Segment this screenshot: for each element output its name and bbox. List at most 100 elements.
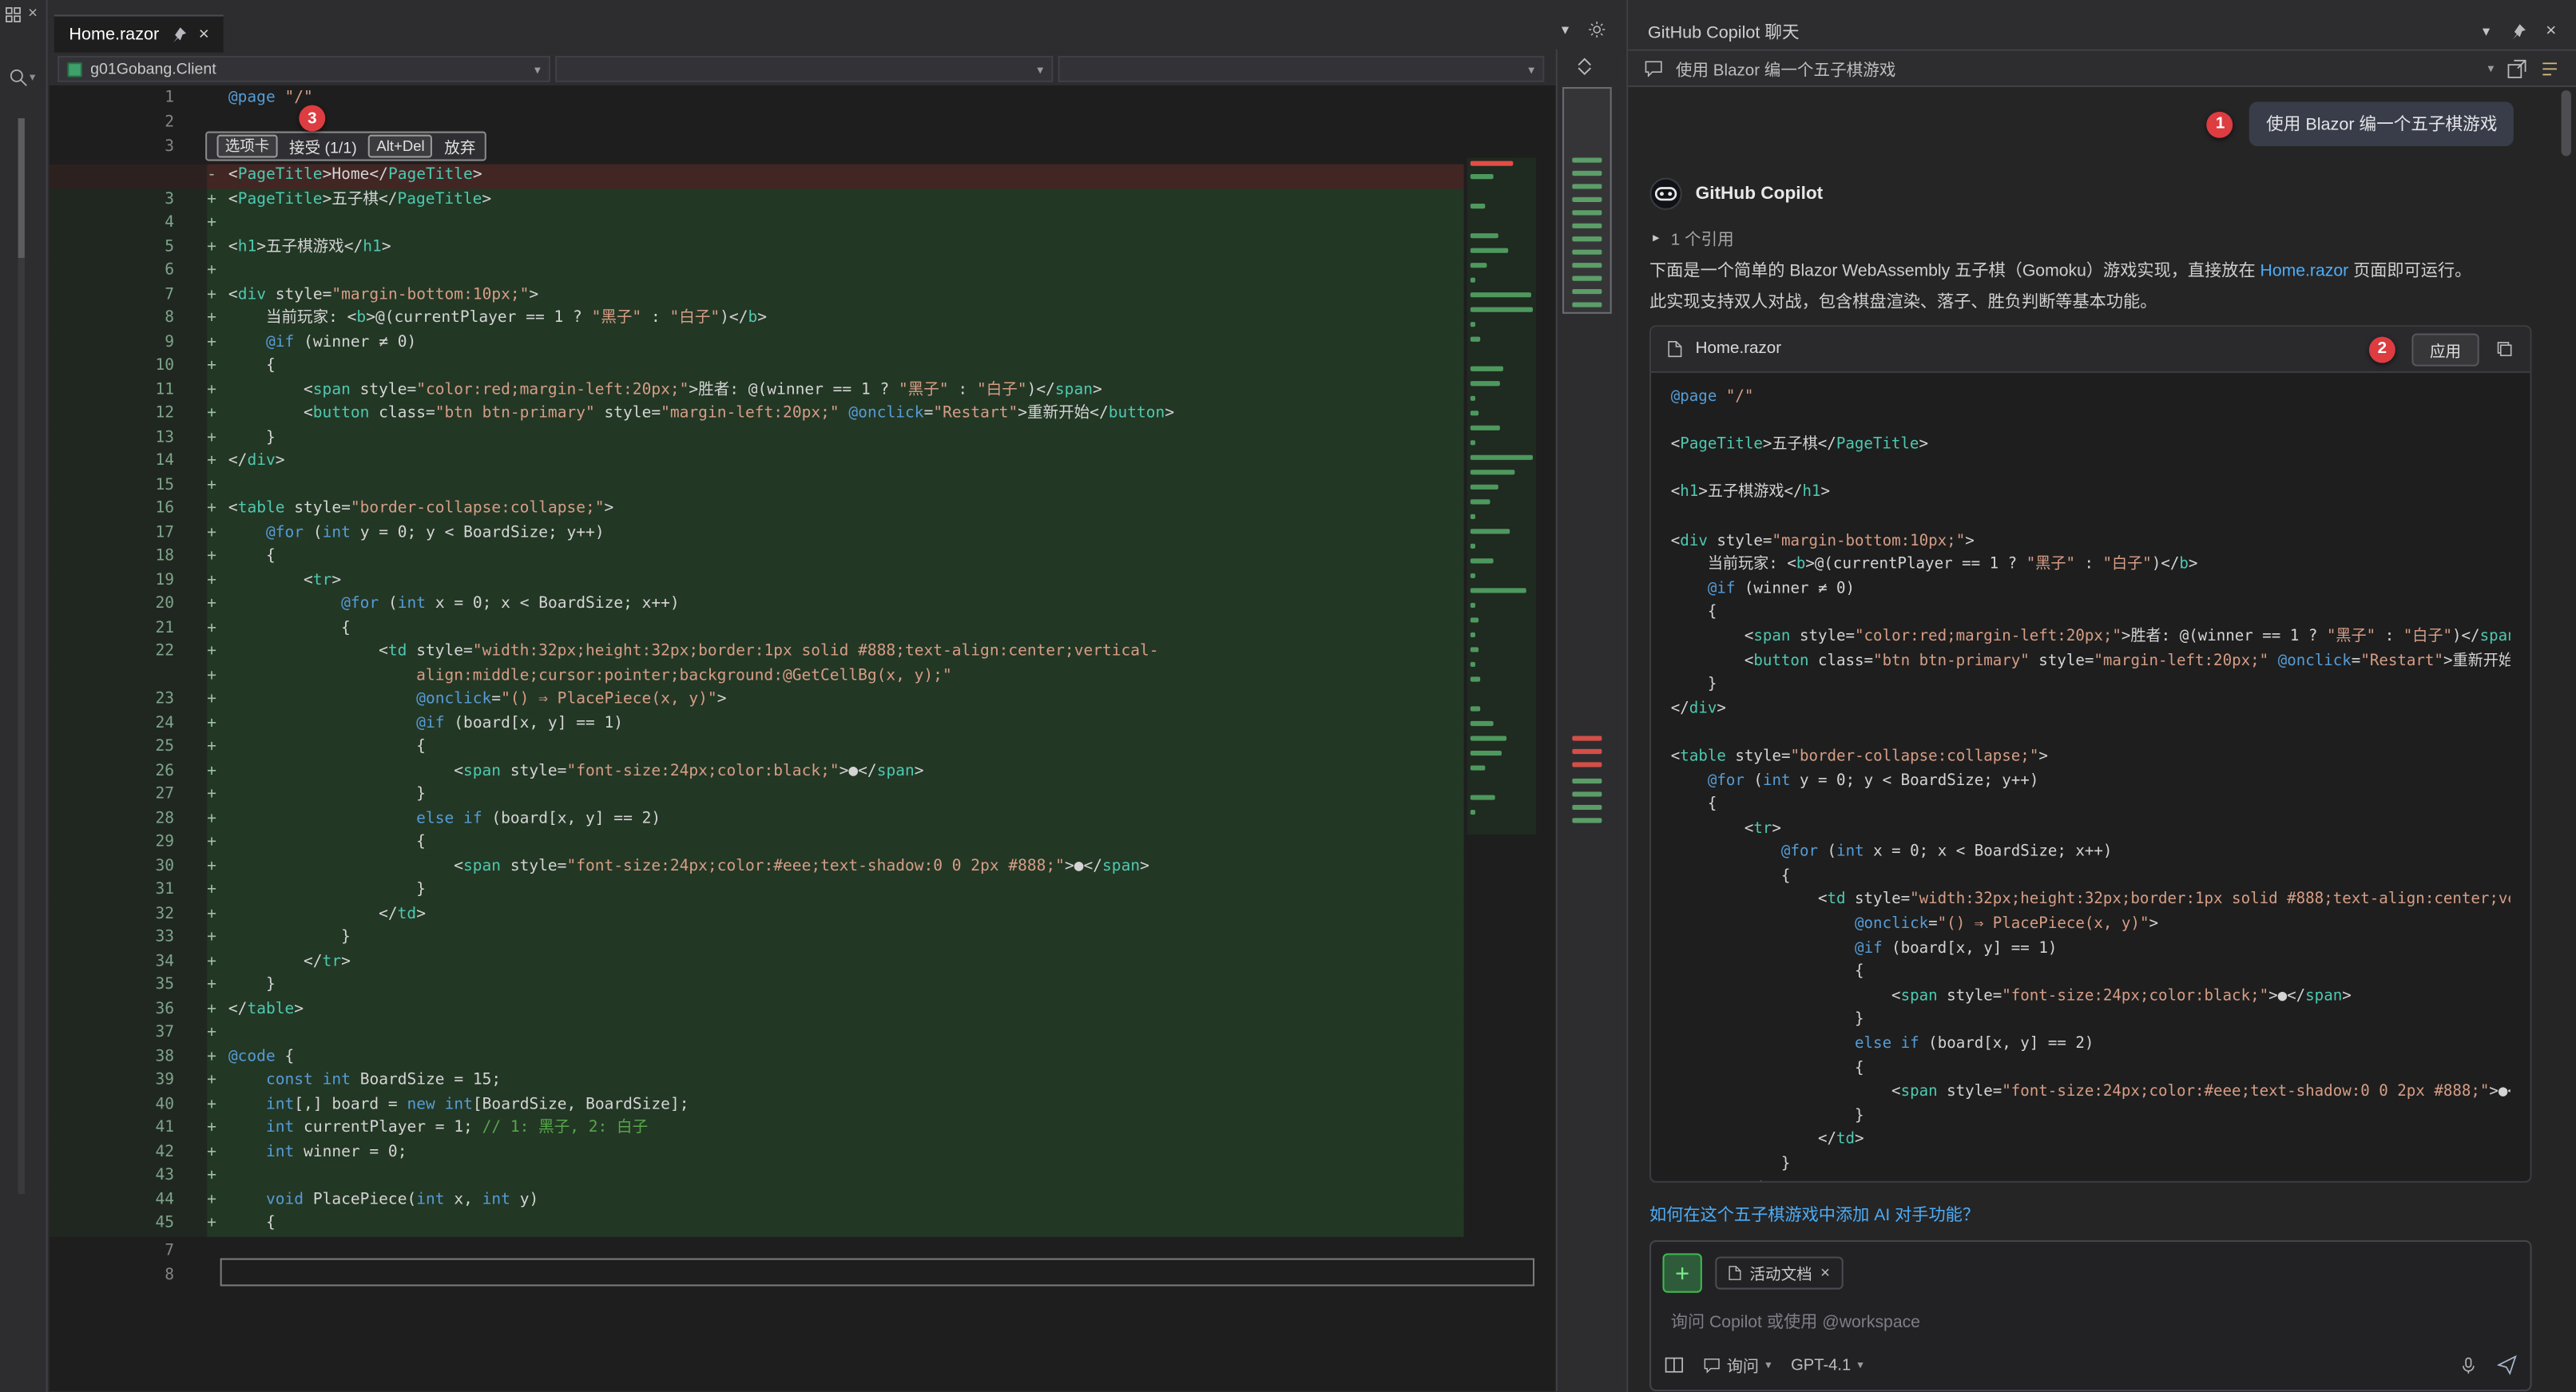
chevron-down-icon[interactable]: ▾ (1562, 21, 1569, 39)
code-line[interactable]: 44+ void PlacePiece(int x, int y) (50, 1188, 1464, 1212)
apply-button[interactable]: 应用 (2411, 333, 2479, 366)
code-line[interactable]: 14+</div> (50, 450, 1464, 474)
pin-icon[interactable] (2510, 23, 2526, 40)
minimap-line (1471, 765, 1486, 770)
close-icon[interactable]: × (1820, 1264, 1830, 1283)
response-paragraph: 下面是一个简单的 Blazor WebAssembly 五子棋（Gomoku）游… (1649, 256, 2556, 319)
code-text (228, 260, 1464, 284)
code-line[interactable]: 27+ } (50, 783, 1464, 807)
code-line[interactable]: 26+ <span style="font-size:24px;color:bl… (50, 759, 1464, 783)
code-line[interactable]: 12+ <button class="btn btn-primary" styl… (50, 403, 1464, 426)
search-icon[interactable]: ▾ (8, 67, 35, 87)
code-line[interactable]: 33+ } (50, 926, 1464, 950)
layout-columns-icon[interactable] (1665, 1357, 1685, 1374)
chevron-down-icon[interactable]: ▾ (2483, 22, 2490, 41)
code-line[interactable]: 13+ } (50, 426, 1464, 450)
code-line[interactable]: 39+ const int BoardSize = 15; (50, 1069, 1464, 1093)
code-line[interactable]: 21+ { (50, 617, 1464, 640)
tab-home-razor[interactable]: Home.razor × (54, 15, 224, 53)
send-icon[interactable] (2497, 1355, 2517, 1375)
open-in-window-icon[interactable] (2507, 58, 2527, 78)
code-line[interactable]: 15+ (50, 474, 1464, 498)
code-line[interactable]: 19+ <tr> (50, 569, 1464, 593)
pin-icon[interactable] (171, 26, 188, 43)
code-line[interactable]: -<PageTitle>Home</PageTitle> (50, 165, 1464, 188)
gear-icon[interactable] (1587, 20, 1607, 40)
code-line[interactable]: 42+ int winner = 0; (50, 1140, 1464, 1164)
code-line[interactable]: 11+ <span style="color:red;margin-left:2… (50, 379, 1464, 403)
code-line[interactable]: 38+@code { (50, 1045, 1464, 1069)
code-line[interactable]: 29+ { (50, 831, 1464, 855)
code-line[interactable]: 36+</table> (50, 998, 1464, 1022)
copy-icon[interactable] (2495, 340, 2514, 359)
code-line[interactable]: 5+<h1>五子棋游戏</h1> (50, 236, 1464, 260)
line-number: 20 (50, 593, 207, 617)
code-line[interactable]: 1@page "/" (50, 85, 1464, 110)
chat-scrollbar[interactable] (2562, 90, 2571, 156)
close-icon[interactable]: × (2546, 22, 2556, 42)
code-line[interactable]: 41+ int currentPlayer = 1; // 1: 黑子, 2: … (50, 1117, 1464, 1141)
line-number: 8 (50, 1263, 207, 1288)
context-chip-active-document[interactable]: 活动文档 × (1715, 1256, 1843, 1289)
close-icon[interactable]: × (28, 5, 38, 23)
code-line[interactable]: 17+ @for (int y = 0; y < BoardSize; y++) (50, 522, 1464, 545)
code-line[interactable]: 24+ @if (board[x, y] == 1) (50, 712, 1464, 736)
code-line[interactable]: 16+<table style="border-collapse:collaps… (50, 498, 1464, 522)
code-line[interactable]: 20+ @for (int x = 0; x < BoardSize; x++) (50, 593, 1464, 617)
references-toggle[interactable]: ▸ 1 个引用 (1653, 225, 1734, 250)
tab-key-button[interactable]: 选项卡 (216, 135, 277, 158)
diff-marker: + (207, 855, 228, 879)
code-line[interactable]: 9+ @if (winner ≠ 0) (50, 331, 1464, 355)
code-line[interactable]: 34+ </tr> (50, 950, 1464, 974)
code-line[interactable]: 28+ else if (board[x, y] == 2) (50, 807, 1464, 831)
code-line[interactable]: 25+ { (50, 736, 1464, 759)
code-line[interactable]: 31+ } (50, 878, 1464, 902)
chat-input[interactable]: 询问 Copilot 或使用 @workspace (1671, 1307, 1920, 1332)
code-line[interactable]: 32+ </td> (50, 902, 1464, 926)
line-number: 19 (50, 569, 207, 593)
altdel-key-button[interactable]: Alt+Del (368, 135, 433, 158)
code-line[interactable]: 10+ { (50, 355, 1464, 379)
thread-selector[interactable]: 使用 Blazor 编一个五子棋游戏 (1676, 56, 1895, 81)
code-line[interactable]: 35+ } (50, 974, 1464, 998)
followup-suggestion[interactable]: 如何在这个五子棋游戏中添加 AI 对手功能？ (1649, 1201, 1979, 1226)
scrollbar-thumb[interactable] (18, 118, 25, 258)
code-line[interactable]: 18+ { (50, 545, 1464, 569)
code-line[interactable]: 23+ @onclick="() ⇒ PlacePiece(x, y)"> (50, 688, 1464, 712)
code-line[interactable]: 22+ <td style="width:32px;height:32px;bo… (50, 640, 1464, 664)
code-line[interactable]: 45+ { (50, 1212, 1464, 1236)
accept-button[interactable]: 接受 (1/1) (289, 135, 357, 158)
code-line[interactable]: 6+ (50, 260, 1464, 284)
history-icon[interactable] (2540, 58, 2560, 78)
diff-marker: + (207, 498, 228, 522)
code-line[interactable]: 43+ (50, 1164, 1464, 1188)
code-text: <td style="width:32px;height:32px;border… (228, 640, 1464, 664)
chat-input-container: + 活动文档 × 询问 Copilot 或使用 @workspace 询问 (1649, 1240, 2532, 1391)
code-line[interactable]: 3+<PageTitle>五子棋</PageTitle> (50, 188, 1464, 212)
minimap[interactable] (1467, 157, 1536, 834)
split-editor-icon[interactable] (1575, 58, 1594, 76)
editor-scrollbar-map[interactable] (1556, 50, 1617, 1391)
code-line[interactable]: 8+ 当前玩家: <b>@(currentPlayer == 1 ? "黑子" … (50, 307, 1464, 331)
code-editor[interactable]: 1@page "/"23 选项卡 接受 (1/1) Alt+Del 放弃 3 -… (50, 85, 1556, 1391)
model-selector[interactable]: GPT-4.1 ▾ (1791, 1356, 1863, 1374)
code-line[interactable]: 37+ (50, 1021, 1464, 1045)
close-icon[interactable]: × (199, 25, 209, 45)
code-line[interactable]: 40+ int[,] board = new int[BoardSize, Bo… (50, 1093, 1464, 1117)
discard-button[interactable]: 放弃 (444, 135, 475, 158)
mic-icon[interactable] (2459, 1356, 2478, 1374)
project-dropdown[interactable]: g01Gobang.Client ▾ (58, 56, 550, 82)
mode-selector[interactable]: 询问 ▾ (1704, 1354, 1772, 1377)
code-line[interactable]: 4+ (50, 212, 1464, 236)
diff-marker: + (207, 569, 228, 593)
type-dropdown[interactable]: ▾ (555, 56, 1053, 82)
code-line[interactable]: + align:middle;cursor:pointer;background… (50, 664, 1464, 688)
left-scrollbar[interactable] (18, 118, 25, 1194)
add-context-button[interactable]: + (1662, 1253, 1701, 1292)
chevron-down-icon[interactable]: ▾ (2487, 61, 2494, 76)
code-line[interactable]: 7+<div style="margin-bottom:10px;"> (50, 284, 1464, 307)
code-line[interactable]: 30+ <span style="font-size:24px;color:#e… (50, 855, 1464, 879)
file-link[interactable]: Home.razor (2260, 263, 2349, 281)
member-dropdown[interactable]: ▾ (1058, 56, 1545, 82)
panel-grid-icon[interactable] (5, 6, 22, 22)
